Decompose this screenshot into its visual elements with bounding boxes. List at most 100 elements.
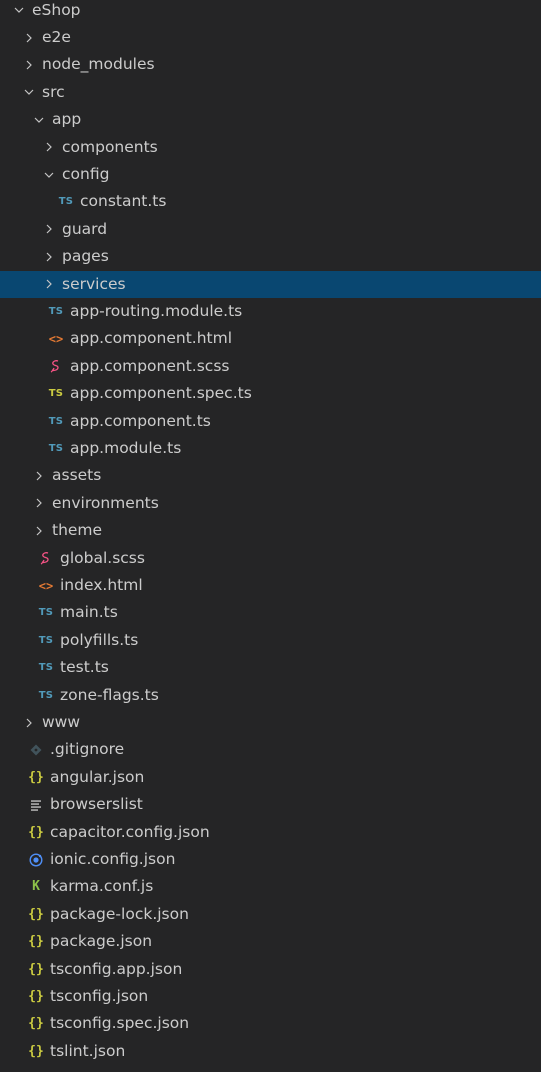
file-item-app-component-html[interactable]: <> app.component.html xyxy=(0,325,541,352)
folder-item-services[interactable]: services xyxy=(0,270,541,298)
tree-item-label: tsconfig.app.json xyxy=(50,959,183,978)
folder-item-assets[interactable]: assets xyxy=(0,462,541,489)
chevron-right-icon[interactable] xyxy=(34,490,44,517)
ts-icon: TS xyxy=(38,662,54,674)
ts-icon: TS xyxy=(48,443,64,455)
chevron-down-icon[interactable] xyxy=(44,161,54,188)
tree-item-label: capacitor.config.json xyxy=(50,822,210,841)
file-item-tslint-json[interactable]: {} tslint.json xyxy=(0,1038,541,1065)
file-item-app-routing-module-ts[interactable]: TS app-routing.module.ts xyxy=(0,298,541,325)
tree-item-label: angular.json xyxy=(50,767,145,786)
folder-item-e2e[interactable]: e2e xyxy=(0,24,541,51)
folder-item-app[interactable]: app xyxy=(0,106,541,133)
file-item-gitignore[interactable]: .gitignore xyxy=(0,736,541,763)
tree-item-label: main.ts xyxy=(60,603,118,622)
folder-item-theme[interactable]: theme xyxy=(0,517,541,544)
tree-item-label: assets xyxy=(52,466,102,485)
git-icon xyxy=(28,736,44,763)
ts-icon: TS xyxy=(58,196,74,208)
karma-icon: K xyxy=(32,879,40,895)
tree-item-label: ionic.config.json xyxy=(50,850,176,869)
file-item-polyfills-ts[interactable]: TS polyfills.ts xyxy=(0,627,541,654)
tree-item-label: pages xyxy=(62,247,109,266)
json-icon: {} xyxy=(28,934,44,950)
chevron-right-icon[interactable] xyxy=(44,243,54,270)
chevron-right-icon[interactable] xyxy=(24,24,34,51)
tree-item-label: app-routing.module.ts xyxy=(70,302,243,321)
file-item-capacitor-config-json[interactable]: {} capacitor.config.json xyxy=(0,819,541,846)
tree-item-label: tsconfig.json xyxy=(50,987,149,1006)
chevron-right-icon[interactable] xyxy=(44,271,54,298)
file-item-tsconfig-app-json[interactable]: {} tsconfig.app.json xyxy=(0,956,541,983)
tree-item-label: node_modules xyxy=(42,55,155,74)
file-item-main-ts[interactable]: TS main.ts xyxy=(0,599,541,626)
chevron-down-icon[interactable] xyxy=(24,79,34,106)
tree-item-label: app.component.ts xyxy=(70,411,211,430)
json-icon: {} xyxy=(28,989,44,1005)
folder-item-config[interactable]: config xyxy=(0,161,541,188)
file-item-app-component-scss[interactable]: app.component.scss xyxy=(0,353,541,380)
chevron-right-icon[interactable] xyxy=(44,216,54,243)
folder-item-www[interactable]: www xyxy=(0,709,541,736)
tree-item-label: test.ts xyxy=(60,658,109,677)
json-icon: {} xyxy=(28,961,44,977)
folder-item-node-modules[interactable]: node_modules xyxy=(0,51,541,78)
ts-icon: TS xyxy=(38,607,54,619)
chevron-down-icon[interactable] xyxy=(14,0,24,24)
tree-item-label: browserslist xyxy=(50,795,143,814)
chevron-right-icon[interactable] xyxy=(24,709,34,736)
tree-item-label: e2e xyxy=(42,28,71,47)
folder-item-guard[interactable]: guard xyxy=(0,216,541,243)
file-item-app-component-ts[interactable]: TS app.component.ts xyxy=(0,408,541,435)
file-item-test-ts[interactable]: TS test.ts xyxy=(0,654,541,681)
file-explorer-tree: eShop e2e node_modulessrc app components conf… xyxy=(0,0,541,1072)
ts-icon: TS xyxy=(48,415,64,427)
chevron-right-icon[interactable] xyxy=(34,517,44,544)
tree-item-label: tsconfig.spec.json xyxy=(50,1014,190,1033)
chevron-right-icon[interactable] xyxy=(24,51,34,78)
file-item-constant-ts[interactable]: TS constant.ts xyxy=(0,188,541,215)
tree-item-label: components xyxy=(62,137,158,156)
file-item-tsconfig-json[interactable]: {} tsconfig.json xyxy=(0,983,541,1010)
file-item-app-component-spec-ts[interactable]: TS app.component.spec.ts xyxy=(0,380,541,407)
file-item-tsconfig-spec-json[interactable]: {} tsconfig.spec.json xyxy=(0,1010,541,1037)
tree-item-label: src xyxy=(42,82,65,101)
html-icon: <> xyxy=(48,331,64,346)
folder-item-eshop[interactable]: eShop xyxy=(0,0,541,24)
file-item-app-module-ts[interactable]: TS app.module.ts xyxy=(0,435,541,462)
chevron-down-icon[interactable] xyxy=(34,106,44,133)
file-item-zone-flags-ts[interactable]: TS zone-flags.ts xyxy=(0,682,541,709)
tree-item-label: polyfills.ts xyxy=(60,630,139,649)
folder-item-src[interactable]: src xyxy=(0,79,541,106)
tree-item-label: app xyxy=(52,110,82,129)
scss-icon xyxy=(48,353,64,380)
file-item-angular-json[interactable]: {} angular.json xyxy=(0,764,541,791)
file-item-browserslist[interactable]: browserslist xyxy=(0,791,541,818)
folder-item-pages[interactable]: pages xyxy=(0,243,541,270)
folder-item-components[interactable]: components xyxy=(0,134,541,161)
ts-icon: TS xyxy=(38,689,54,701)
file-item-index-html[interactable]: <> index.html xyxy=(0,572,541,599)
tree-item-label: config xyxy=(62,165,110,184)
tree-item-label: app.component.spec.ts xyxy=(70,384,252,403)
tree-item-label: index.html xyxy=(60,576,143,595)
file-item-karma-conf-js[interactable]: Kkarma.conf.js xyxy=(0,873,541,900)
tree-item-label: eShop xyxy=(32,0,81,19)
file-item-global-scss[interactable]: global.scss xyxy=(0,545,541,572)
file-item-package-json[interactable]: {} package.json xyxy=(0,928,541,955)
tree-item-label: karma.conf.js xyxy=(50,877,154,896)
tree-item-label: zone-flags.ts xyxy=(60,685,159,704)
file-item-ionic-config-json[interactable]: ionic.config.json xyxy=(0,846,541,873)
tree-item-label: app.component.html xyxy=(70,329,233,348)
tree-item-label: guard xyxy=(62,219,108,238)
json-icon: {} xyxy=(28,1016,44,1032)
tree-item-label: constant.ts xyxy=(80,192,167,211)
chevron-right-icon[interactable] xyxy=(34,462,44,489)
chevron-right-icon[interactable] xyxy=(44,134,54,161)
tree-item-label: environments xyxy=(52,493,159,512)
file-item-package-lock-json[interactable]: {} package-lock.json xyxy=(0,901,541,928)
json-icon: {} xyxy=(28,906,44,922)
json-icon: {} xyxy=(28,1043,44,1059)
folder-item-environments[interactable]: environments xyxy=(0,490,541,517)
tree-item-label: services xyxy=(62,274,126,293)
